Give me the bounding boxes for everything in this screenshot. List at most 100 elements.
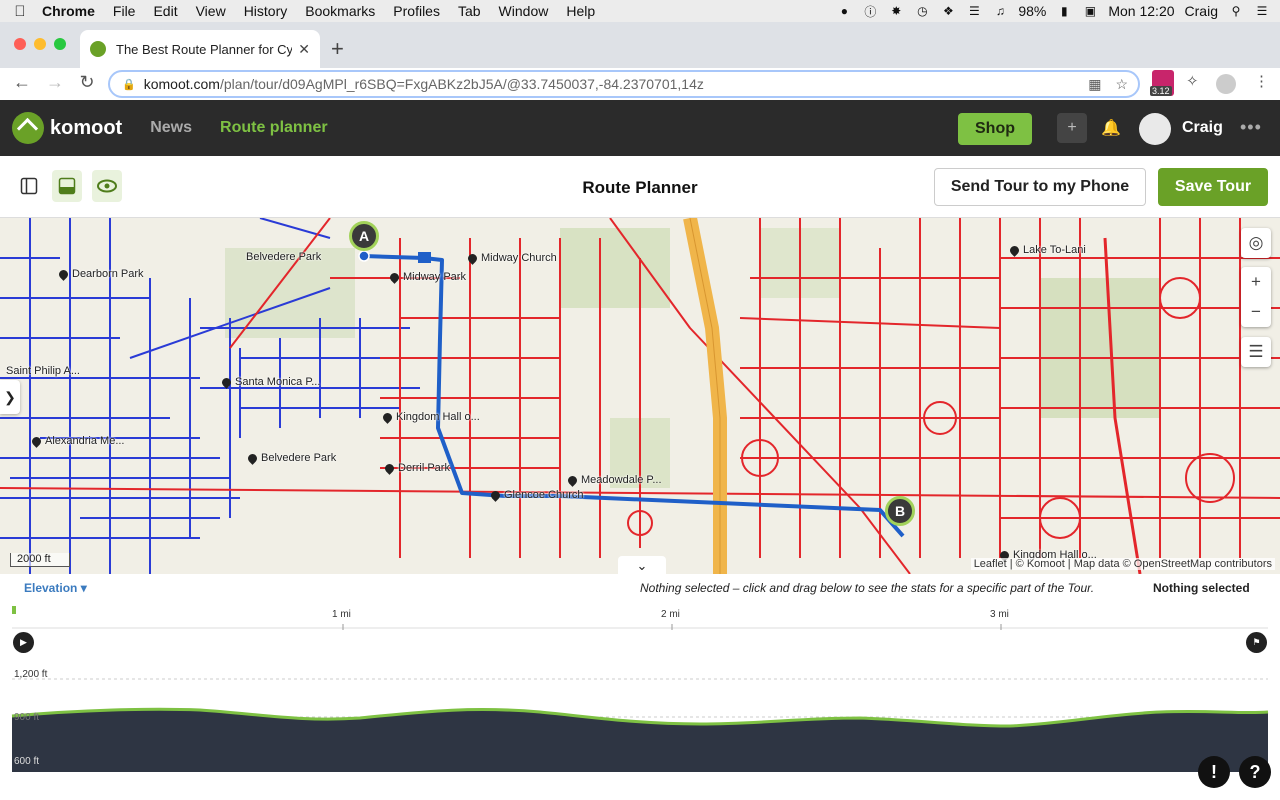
input-source-icon[interactable]: ▣ [1082, 4, 1098, 18]
lock-icon[interactable]: 🔒 [122, 78, 136, 91]
new-tab-icon[interactable]: + [331, 36, 344, 62]
profile-icon[interactable] [1216, 74, 1236, 94]
poi-label[interactable]: Meadowdale P... [568, 474, 662, 486]
komoot-logo-icon [12, 112, 44, 144]
poi-label[interactable]: Derril Park [385, 462, 450, 474]
battery-icon[interactable]: ▮ [1056, 4, 1072, 18]
poi-label[interactable]: Belvedere Park [246, 251, 321, 263]
window-zoom-icon[interactable] [54, 38, 66, 50]
komoot-logo-text: komoot [50, 117, 122, 140]
bottom-panel-toggle-icon[interactable] [52, 170, 82, 202]
church-icon [381, 411, 394, 424]
poi-label[interactable]: Midway Park [390, 271, 466, 283]
menubar-clock[interactable]: Mon 12:20 [1108, 3, 1174, 19]
avatar[interactable] [1139, 113, 1171, 145]
menu-help[interactable]: Help [557, 3, 604, 19]
url-path: /plan/tour/d09AgMPl_r6SBQ=FxgABKz2bJ5A/@… [220, 76, 704, 92]
back-arrow-icon[interactable]: ← [7, 72, 37, 93]
shop-button[interactable]: Shop [958, 113, 1032, 145]
komoot-logo[interactable]: komoot [12, 112, 122, 144]
menu-profiles[interactable]: Profiles [384, 3, 449, 19]
poi-label[interactable]: Belvedere Park [248, 452, 336, 464]
elevation-label: 900 ft [14, 712, 39, 723]
park-area [560, 228, 670, 308]
tab-title: The Best Route Planner for Cycling [116, 42, 292, 57]
zoom-in-icon[interactable]: + [1241, 267, 1271, 297]
poi-label[interactable]: Lake To-Lani [1010, 244, 1086, 256]
collapse-panel-chevron-down-icon[interactable]: ⌄ [618, 556, 666, 574]
chrome-menu-icon[interactable]: ⋮ [1254, 72, 1269, 90]
sidebar-toggle-icon[interactable] [14, 170, 44, 202]
elevation-label: 1,200 ft [14, 669, 47, 680]
puzzle-extensions-icon[interactable]: ✧ [1186, 72, 1199, 90]
browser-tab-active[interactable]: The Best Route Planner for Cycling ✕ [80, 30, 320, 68]
bookmark-star-icon[interactable]: ☆ [1115, 76, 1128, 93]
play-tour-icon[interactable]: ▶ [13, 632, 34, 653]
tab-close-icon[interactable]: ✕ [298, 41, 310, 58]
bug-icon[interactable]: ✸ [888, 4, 904, 18]
locate-icon[interactable]: ◎ [1241, 228, 1271, 258]
menu-file[interactable]: File [104, 3, 145, 19]
spotlight-search-icon[interactable]: ⚲ [1228, 4, 1244, 18]
map-layers-control[interactable]: ☰ [1241, 337, 1271, 367]
elevation-profile-chart[interactable] [0, 574, 1280, 800]
poi-label[interactable]: Santa Monica P... [222, 376, 320, 388]
map-canvas[interactable] [0, 218, 1280, 574]
window-close-icon[interactable] [14, 38, 26, 50]
route-marker-a[interactable]: A [349, 221, 379, 251]
poi-label[interactable]: Dearborn Park [59, 268, 144, 280]
feedback-exclamation-icon[interactable]: ! [1198, 756, 1230, 788]
map-attribution[interactable]: Leaflet | © Komoot | Map data © OpenStre… [971, 558, 1275, 570]
help-question-icon[interactable]: ? [1239, 756, 1271, 788]
apple-menu-icon[interactable]:  [0, 3, 40, 20]
elevation-label: 600 ft [14, 756, 39, 767]
save-tour-button[interactable]: Save Tour [1158, 168, 1268, 206]
battery-percent[interactable]: 98% [1018, 3, 1046, 19]
expand-sidebar-chevron-icon[interactable]: ❯ [0, 380, 20, 414]
route-map[interactable]: A B Dearborn Park Belvedere Park Midway … [0, 218, 1280, 574]
forward-arrow-icon[interactable]: → [40, 72, 70, 93]
menu-tab[interactable]: Tab [449, 3, 490, 19]
wifi-icon[interactable]: ☰ [966, 4, 982, 18]
menu-bookmarks[interactable]: Bookmarks [296, 3, 384, 19]
distance-tick-label: 2 mi [661, 609, 680, 620]
menu-view[interactable]: View [187, 3, 235, 19]
map-locate-control[interactable]: ◎ [1241, 228, 1271, 258]
poi-label[interactable]: Saint Philip A... [6, 365, 80, 377]
elephant-icon[interactable]: ● [836, 4, 852, 18]
window-minimize-icon[interactable] [34, 38, 46, 50]
qr-code-icon[interactable]: ▦ [1088, 76, 1101, 93]
bell-icon[interactable]: 🔔 [1096, 113, 1126, 143]
address-bar[interactable]: 🔒 komoot.com/plan/tour/d09AgMPl_r6SBQ=Fx… [108, 70, 1140, 98]
time-machine-icon[interactable]: ◷ [914, 4, 930, 18]
menu-edit[interactable]: Edit [144, 3, 186, 19]
send-tour-to-phone-button[interactable]: Send Tour to my Phone [934, 168, 1146, 206]
menubar-user[interactable]: Craig [1185, 3, 1218, 19]
poi-label[interactable]: Alexandria Me... [32, 435, 124, 447]
route-start-point[interactable] [359, 251, 369, 261]
more-options-icon[interactable]: ••• [1240, 117, 1262, 138]
reload-icon[interactable]: ↻ [72, 72, 102, 93]
church-icon [466, 252, 479, 265]
browser-tab-strip: The Best Route Planner for Cycling ✕ + [0, 22, 1280, 68]
eye-icon[interactable] [92, 170, 122, 202]
nav-news[interactable]: News [150, 119, 192, 137]
poi-label[interactable]: Midway Church [468, 252, 557, 264]
bluetooth-icon[interactable]: ❖ [940, 4, 956, 18]
poi-label[interactable]: Kingdom Hall o... [383, 411, 480, 423]
zoom-out-icon[interactable]: − [1241, 297, 1271, 327]
control-center-icon[interactable]: ☰ [1254, 4, 1270, 18]
planner-header: Route Planner Send Tour to my Phone Save… [0, 156, 1280, 218]
menu-window[interactable]: Window [490, 3, 558, 19]
plus-icon[interactable]: + [1057, 113, 1087, 143]
poi-label[interactable]: Glencoe Church [491, 489, 584, 501]
menu-history[interactable]: History [235, 3, 297, 19]
exclamation-icon[interactable]: ⓘ [862, 4, 878, 18]
layers-icon[interactable]: ☰ [1241, 337, 1271, 367]
route-marker-b[interactable]: B [885, 496, 915, 526]
menu-app-name[interactable]: Chrome [40, 3, 104, 19]
nav-route-planner[interactable]: Route planner [220, 119, 328, 137]
finish-flag-icon[interactable]: ⚑ [1246, 632, 1267, 653]
username[interactable]: Craig [1182, 119, 1223, 137]
volume-icon[interactable]: ♫ [992, 4, 1008, 18]
